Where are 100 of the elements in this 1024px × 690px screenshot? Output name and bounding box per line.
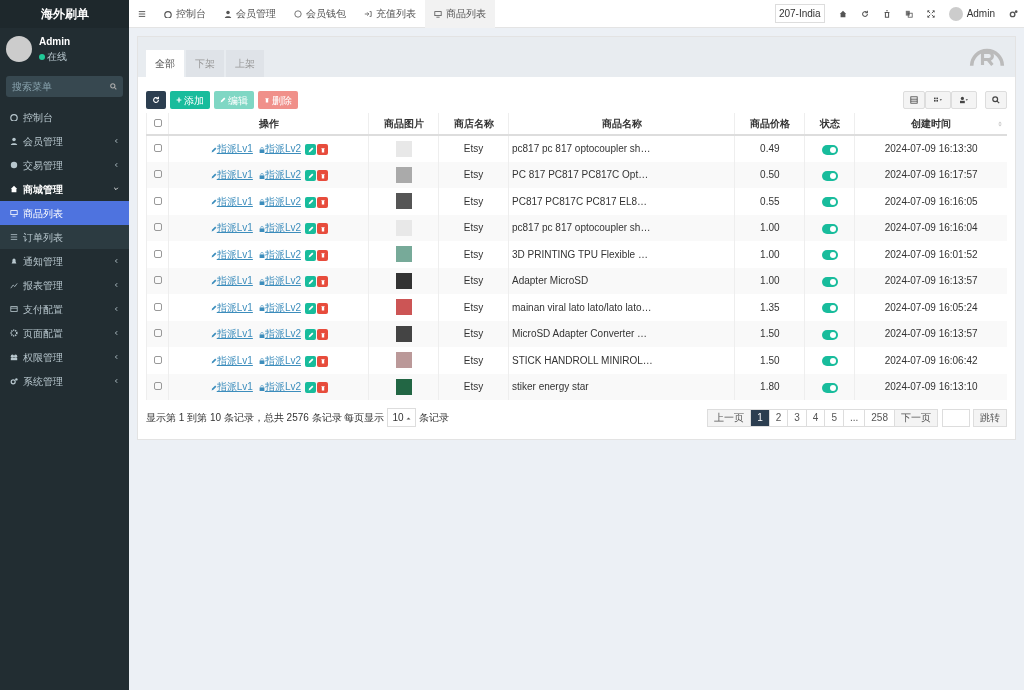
sidebar-item[interactable]: 控制台 xyxy=(0,105,129,129)
sidebar-item[interactable]: 交易管理 xyxy=(0,153,129,177)
delete-button[interactable] xyxy=(317,276,328,288)
filter-tab[interactable]: 全部 xyxy=(146,50,184,77)
page-tab[interactable]: 商品列表 xyxy=(425,0,495,28)
assign-link[interactable]: 指派Lv2 xyxy=(258,248,301,260)
assign-link[interactable]: 指派Lv1 xyxy=(210,381,253,393)
page-button[interactable]: 2 xyxy=(768,408,789,427)
status-toggle[interactable] xyxy=(821,144,838,155)
status-toggle[interactable] xyxy=(821,197,838,208)
status-toggle[interactable] xyxy=(821,170,838,181)
page-tab[interactable]: 控制台 xyxy=(155,0,215,28)
assign-link[interactable]: 指派Lv2 xyxy=(258,169,301,181)
checkbox[interactable] xyxy=(153,144,162,153)
user-name[interactable]: Admin xyxy=(966,6,995,21)
delete-button[interactable] xyxy=(317,196,328,208)
assign-link[interactable]: 指派Lv2 xyxy=(258,381,301,393)
checkbox[interactable] xyxy=(153,329,162,338)
checkbox[interactable] xyxy=(153,249,162,258)
assign-link[interactable]: 指派Lv1 xyxy=(210,301,253,313)
assign-link[interactable]: 指派Lv1 xyxy=(210,222,253,234)
search-button[interactable] xyxy=(985,91,1007,109)
assign-link[interactable]: 指派Lv2 xyxy=(258,328,301,340)
page-input[interactable] xyxy=(942,408,970,427)
assign-link[interactable]: 指派Lv1 xyxy=(210,248,253,260)
assign-link[interactable]: 指派Lv2 xyxy=(258,301,301,313)
page-nav-button[interactable]: 下一页 xyxy=(894,408,938,427)
edit-button[interactable] xyxy=(305,276,316,288)
user-icon xyxy=(10,137,18,145)
edit-button[interactable] xyxy=(305,355,316,367)
assign-link[interactable]: 指派Lv2 xyxy=(258,275,301,287)
columns-button[interactable] xyxy=(903,91,925,109)
delete-button[interactable] xyxy=(317,144,328,156)
delete-button[interactable] xyxy=(317,355,328,367)
page-tab[interactable]: 会员钱包 xyxy=(285,0,355,28)
edit-button[interactable] xyxy=(305,196,316,208)
assign-link[interactable]: 指派Lv1 xyxy=(210,169,253,181)
list-icon xyxy=(10,233,18,241)
status-toggle[interactable] xyxy=(821,382,838,393)
status-toggle[interactable] xyxy=(821,356,838,367)
edit-button[interactable] xyxy=(305,302,316,314)
page-button[interactable]: 1 xyxy=(750,408,770,427)
sidebar-item[interactable]: 系统管理 xyxy=(0,369,129,393)
page-button[interactable]: 3 xyxy=(787,408,807,427)
sidebar-item[interactable]: 报表管理 xyxy=(0,273,129,297)
edit-button[interactable] xyxy=(305,329,316,341)
assign-link[interactable]: 指派Lv2 xyxy=(258,354,301,366)
delete-button[interactable] xyxy=(317,223,328,235)
assign-link[interactable]: 指派Lv2 xyxy=(258,195,301,207)
checkbox[interactable] xyxy=(153,223,162,232)
status-toggle[interactable] xyxy=(821,276,838,287)
assign-link[interactable]: 指派Lv1 xyxy=(210,328,253,340)
sidebar-item[interactable]: 商品列表 xyxy=(0,201,129,225)
sidebar-item[interactable]: 页面配置 xyxy=(0,321,129,345)
edit-button[interactable] xyxy=(305,170,316,182)
checkbox[interactable] xyxy=(153,119,162,127)
edit-button[interactable] xyxy=(305,249,316,261)
edit-button[interactable] xyxy=(305,382,316,394)
sidebar-item[interactable]: 权限管理 xyxy=(0,345,129,369)
checkbox[interactable] xyxy=(153,276,162,285)
monitor-icon xyxy=(10,209,18,217)
delete-button[interactable] xyxy=(317,249,328,261)
export-button[interactable] xyxy=(951,91,977,109)
assign-link[interactable]: 指派Lv2 xyxy=(258,222,301,234)
delete-button[interactable] xyxy=(317,302,328,314)
checkbox[interactable] xyxy=(153,302,162,311)
jump-button[interactable]: 跳转 xyxy=(973,408,1007,427)
assign-link[interactable]: 指派Lv1 xyxy=(210,275,253,287)
refresh-button[interactable] xyxy=(146,91,166,109)
sidebar-item[interactable]: 商城管理 xyxy=(0,177,129,201)
sidebar-item[interactable]: 通知管理 xyxy=(0,249,129,273)
assign-link[interactable]: 指派Lv1 xyxy=(210,354,253,366)
page-button[interactable]: 258 xyxy=(864,408,895,427)
checkbox[interactable] xyxy=(153,355,162,364)
page-button[interactable]: 4 xyxy=(805,408,826,427)
page-size-select[interactable]: 10 xyxy=(387,408,416,427)
assign-link[interactable]: 指派Lv2 xyxy=(258,143,301,155)
page-tab[interactable]: 会员管理 xyxy=(215,0,285,28)
assign-link[interactable]: 指派Lv1 xyxy=(210,195,253,207)
checkbox[interactable] xyxy=(153,196,162,205)
status-toggle[interactable] xyxy=(821,250,838,261)
status-toggle[interactable] xyxy=(821,303,838,314)
sidebar-item[interactable]: 订单列表 xyxy=(0,225,129,249)
page-tab[interactable]: 充值列表 xyxy=(355,0,425,28)
checkbox[interactable] xyxy=(153,382,162,391)
page-button[interactable]: 5 xyxy=(824,408,844,427)
sidebar-item[interactable]: 支付配置 xyxy=(0,297,129,321)
search-field[interactable]: 搜索菜单 xyxy=(6,76,123,97)
checkbox[interactable] xyxy=(153,170,162,179)
delete-button[interactable] xyxy=(317,170,328,182)
delete-button[interactable] xyxy=(317,329,328,341)
country-select[interactable]: 207-India xyxy=(774,4,825,23)
assign-link[interactable]: 指派Lv1 xyxy=(210,143,253,155)
sidebar-item[interactable]: 会员管理 xyxy=(0,129,129,153)
delete-button[interactable] xyxy=(317,382,328,394)
edit-button[interactable] xyxy=(305,144,316,156)
status-toggle[interactable] xyxy=(821,223,838,234)
page-nav-button[interactable]: 上一页 xyxy=(707,408,752,427)
status-toggle[interactable] xyxy=(821,329,838,340)
edit-button[interactable] xyxy=(305,223,316,235)
